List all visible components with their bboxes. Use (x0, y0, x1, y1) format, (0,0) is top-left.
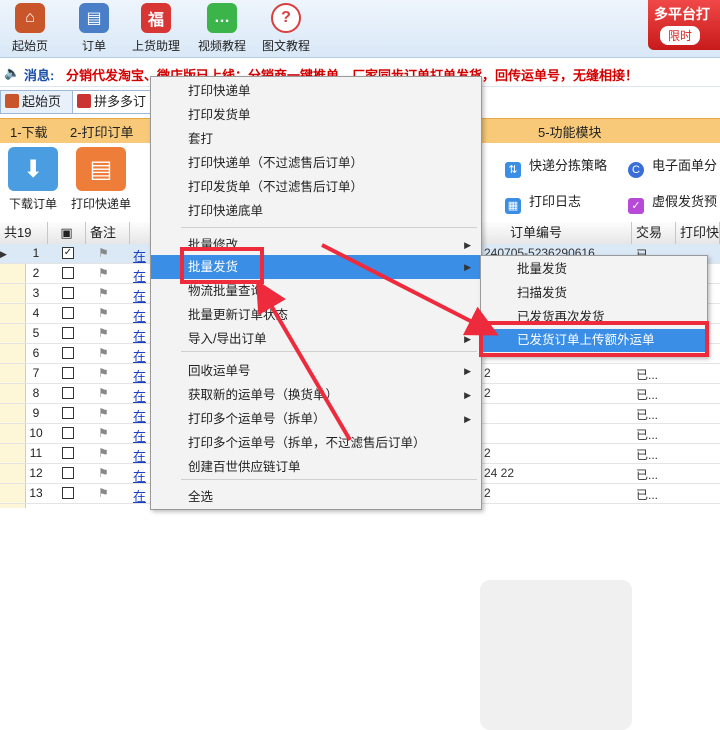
annotation-arrows (255, 243, 499, 442)
arrow-to-batch-ship (255, 279, 352, 442)
blurred-region (480, 580, 632, 730)
arrow-to-upload-waybill (321, 243, 499, 336)
